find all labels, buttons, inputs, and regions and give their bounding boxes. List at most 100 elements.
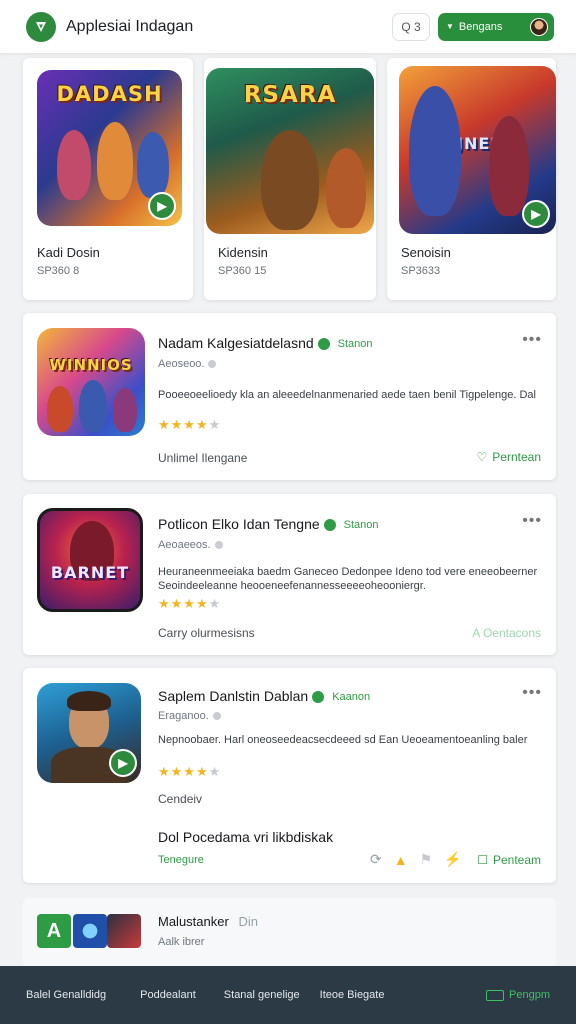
shield-logo-icon[interactable] [26,11,56,42]
nav-item-products[interactable]: Poddealant [140,989,196,1001]
search-button[interactable]: Q 3 [392,12,430,41]
featured-card-3[interactable]: ZJNEIA ▶ Senoisin SP3633 [387,58,556,300]
info-dot-icon [214,541,223,550]
rating-stars: ★★★★★ [158,764,221,780]
hero-figure [79,380,107,432]
search-label: Q 3 [401,19,421,34]
app-icon-3[interactable]: ▶ [37,683,141,783]
app-thumb-globe-icon[interactable] [73,914,107,948]
bolt-icon[interactable]: ⚡ [444,851,461,868]
flag-icon[interactable]: ⚑ [420,851,433,868]
app-icon-2[interactable]: BARNET [37,508,143,612]
app-header: Applesiai Indagan Q 3 ▼ Bengans [0,0,576,54]
verified-icon [317,338,330,351]
verified-icon [323,519,336,532]
thumbs-up-icon[interactable]: ▲ [394,852,408,868]
featured-name: Kidensin [218,245,268,260]
nav-item-home[interactable]: Balel Genalldidg [26,989,106,1001]
play-badge-icon: ▶ [522,200,550,228]
hero-figure [261,130,319,230]
app-name-text: Nadam Kalgesiatdelasnd [158,335,314,351]
hero-figure [113,388,137,432]
account-button[interactable]: ▼ Bengans [438,12,554,41]
hero-figure [137,132,169,198]
app-name: Saplem Danlstin Dablan Kaanon [158,688,370,704]
app-card-3[interactable]: ▶ Saplem Danlstin Dablan Kaanon ••• Eraga… [23,668,556,883]
app-description: Nepnoobaer. Harl oneoseedeacsecdeeed sd … [158,734,528,746]
app-name: Nadam Kalgesiatdelasnd Stanon [158,335,373,351]
app-thumb-a-icon[interactable]: A [37,914,71,948]
app-category: Carry olurmesisns [158,626,255,640]
rating-stars: ★★★★★ [158,417,221,433]
featured-sub: SP360 15 [218,265,267,277]
mini-app-row[interactable]: A Malustanker Din Aalk ibrer [23,898,556,968]
play-badge-icon: ▶ [109,749,137,777]
app-card-1[interactable]: WINNIOS Nadam Kalgesiatdelasnd Stanon •••… [23,313,556,480]
featured-sub: SP360 8 [37,265,80,277]
nav-item-account-label: Pengpm [509,989,550,1001]
app-name: Potlicon Elko Idan Tengne Stanon [158,516,379,532]
more-options-icon[interactable]: ••• [522,331,542,349]
info-dot-icon [212,712,221,721]
art-title: BARNET [50,563,130,582]
app-card-2[interactable]: BARNET Potlicon Elko Idan Tengne Stanon •… [23,494,556,655]
featured-art-2: RSARA [206,68,374,234]
favorite-label: Perntean [492,450,541,464]
contact-button[interactable]: A Oentacons [472,626,541,640]
hero-figure [409,86,461,216]
app-title: Applesiai Indagan [66,17,194,35]
app-icon-1[interactable]: WINNIOS [37,328,145,436]
mini-app-sub: Aalk ibrer [158,936,205,948]
info-dot-icon [208,360,217,369]
app-meta: Aeoseoo. [158,358,217,370]
featured-sub: SP3633 [401,265,441,277]
star-empty-icon: ★ [208,417,222,432]
edit-button[interactable]: ☐ Penteam [477,853,541,867]
section-sub: Tenegure [158,854,204,866]
account-label: Bengans [458,20,503,33]
app-meta: Aeoaeeos. [158,539,223,551]
heart-icon: ♡ [476,450,488,464]
art-title: RSARA [243,82,337,108]
featured-art-3: ZJNEIA ▶ [399,66,556,234]
meta-text: Aeoaeeos. [158,539,211,551]
star-empty-icon: ★ [208,596,222,611]
star-icon: ★★★★ [158,764,209,779]
hero-figure [97,122,133,200]
meta-text: Eraganoo. [158,710,209,722]
quick-actions: ⟳ ▲ ⚑ ⚡ [370,851,462,868]
more-options-icon[interactable]: ••• [522,512,542,530]
nav-item-updates[interactable]: Iteoe Biegate [320,989,385,1001]
featured-name: Kadi Dosin [37,245,100,260]
star-empty-icon: ★ [208,764,222,779]
favorite-button[interactable]: ♡ Perntean [477,450,541,464]
share-icon[interactable]: ⟳ [370,851,382,868]
app-name-text: Saplem Danlstin Dablan [158,688,309,704]
app-category: Cendeiv [158,792,203,806]
more-options-icon[interactable]: ••• [522,684,542,702]
nav-item-account[interactable]: Pengpm [486,989,550,1001]
meta-text: Aeoseoo. [158,358,205,370]
app-description: Pooeeoeelioedy kla an aleeedelnanmenarie… [158,389,536,401]
nav-item-settings[interactable]: Stanal genelige [224,989,300,1001]
edit-label: Penteam [492,853,541,867]
status-text: Stanon [337,338,373,351]
featured-card-2[interactable]: RSARA Kidensin SP360 15 [204,58,376,300]
portrait-hair [67,691,111,711]
hero-figure [326,148,366,228]
app-name-text: Potlicon Elko Idan Tengne [158,516,320,532]
hero-figure [47,386,73,432]
art-title: DADASH [56,82,163,106]
mini-app-name-text: Malustanker [158,914,229,929]
contact-label: A Oentacons [472,626,541,640]
bottom-nav: Balel Genalldidg Poddealant Stanal genel… [0,966,576,1024]
art-title: WINNIOS [49,356,133,374]
hero-figure [489,116,529,216]
rating-stars: ★★★★★ [158,596,221,612]
card-icon [486,989,505,1001]
featured-art-1: DADASH ▶ [37,70,182,226]
verified-icon [312,691,325,704]
edit-icon: ☐ [477,853,488,867]
app-thumb-game-icon[interactable] [107,914,141,948]
featured-card-1[interactable]: DADASH ▶ Kadi Dosin SP360 8 [23,58,193,300]
